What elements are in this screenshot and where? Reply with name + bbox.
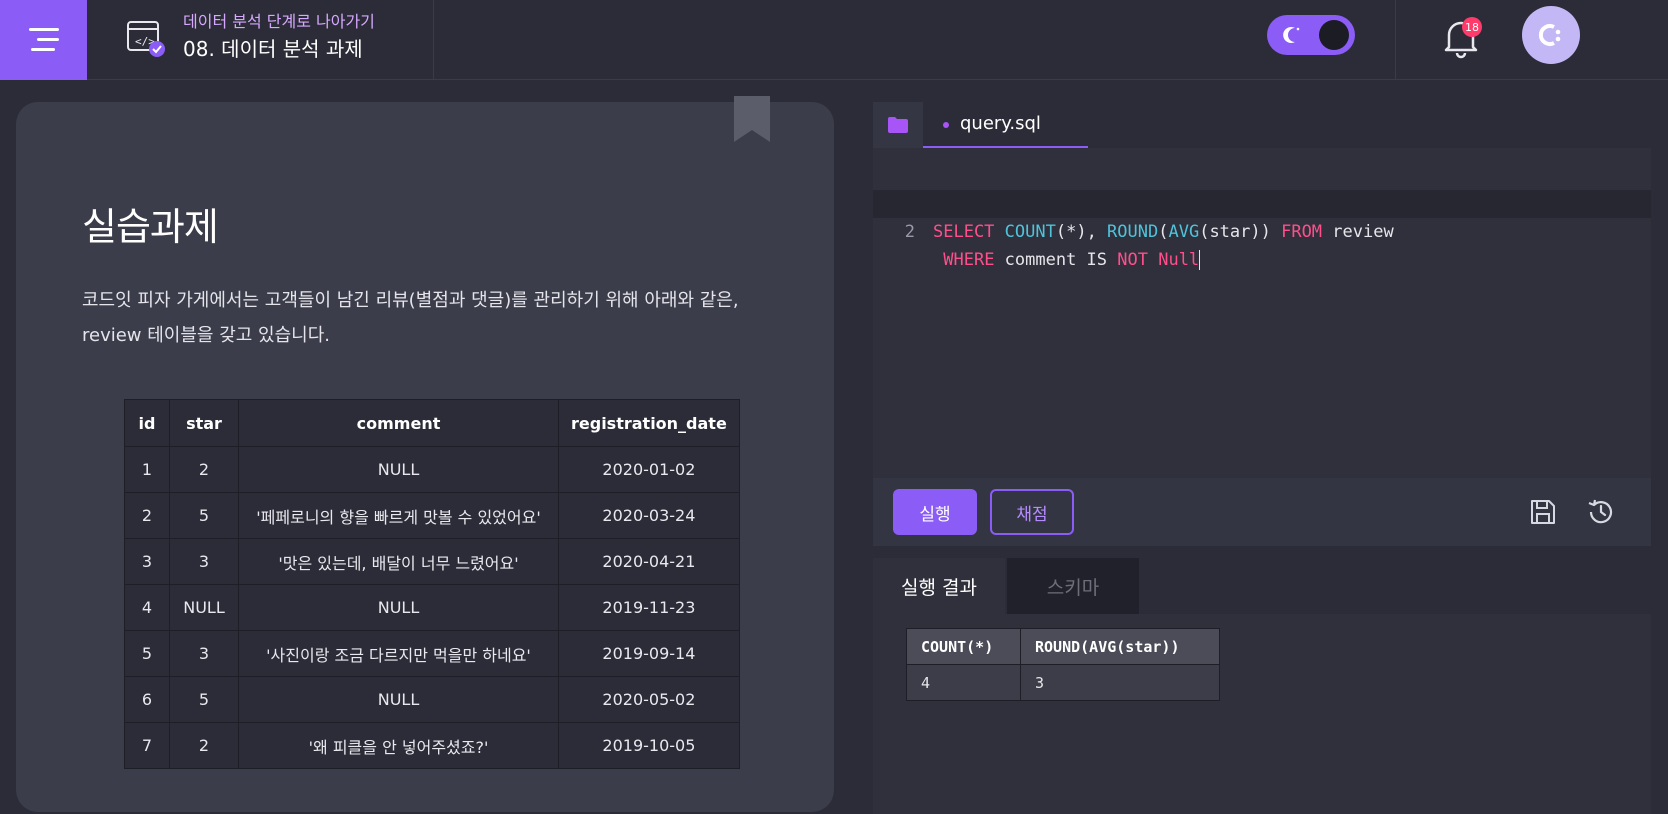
dark-mode-toggle[interactable]	[1267, 15, 1355, 55]
table-cell: 3	[169, 538, 239, 585]
table-cell: 2	[169, 446, 239, 493]
tab-schema[interactable]: 스키마	[1007, 558, 1139, 614]
table-cell: '왜 피클을 안 넣어주셨죠?'	[238, 722, 559, 769]
tab-run-result[interactable]: 실행 결과	[873, 558, 1005, 614]
table-cell: 6	[124, 676, 170, 723]
table-cell: 2	[169, 722, 239, 769]
notification-badge: 18	[1462, 17, 1482, 37]
table-cell: '페페로니의 향을 빠르게 맛볼 수 있었어요'	[238, 492, 559, 539]
history-icon[interactable]	[1586, 497, 1616, 527]
code-editor[interactable]: 1 SELECT COUNT(*), ROUND(AVG(star)) FROM…	[873, 148, 1651, 478]
unsaved-dot	[943, 122, 949, 128]
result-table: COUNT(*) ROUND(AVG(star)) 4 3	[906, 628, 1220, 701]
table-cell: 1	[124, 446, 170, 493]
code-token: (	[1158, 222, 1169, 242]
code-token: review	[1322, 222, 1394, 242]
table-cell: 2019-11-23	[558, 584, 740, 631]
table-cell: 7	[124, 722, 170, 769]
table-row: 2 5 '페페로니의 향을 빠르게 맛볼 수 있었어요' 2020-03-24	[124, 492, 740, 539]
column-header: id	[124, 399, 170, 447]
avatar[interactable]	[1522, 6, 1580, 64]
code-token: AVG	[1168, 222, 1200, 242]
course-title: 08. 데이터 분석 과제	[183, 37, 363, 61]
file-explorer-button[interactable]	[873, 102, 923, 148]
table-cell: '맛은 있는데, 배달이 너무 느렸어요'	[238, 538, 559, 585]
column-header: registration_date	[558, 399, 740, 447]
code-token: NOT	[1117, 250, 1148, 270]
result-header-row: COUNT(*) ROUND(AVG(star))	[906, 628, 1220, 665]
header-divider	[1395, 0, 1396, 80]
table-cell: '사진이랑 조금 다르지만 먹을만 하네요'	[238, 630, 559, 677]
table-cell: 2020-03-24	[558, 492, 740, 539]
column-header: comment	[238, 399, 559, 447]
table-cell: NULL	[169, 584, 239, 631]
table-cell: NULL	[238, 676, 559, 723]
header-divider	[433, 0, 434, 80]
code-token: ROUND	[1107, 222, 1159, 242]
table-cell: 5	[124, 630, 170, 677]
review-table: id star comment registration_date 1 2 NU…	[124, 399, 740, 769]
table-cell: 2020-05-02	[558, 676, 740, 723]
task-description: 코드잇 피자 가게에서는 고객들이 남긴 리뷰(별점과 댓글)를 관리하기 위해…	[82, 290, 739, 346]
table-cell: 5	[169, 676, 239, 723]
table-cell: 2019-10-05	[558, 722, 740, 769]
table-cell: 2020-01-02	[558, 446, 740, 493]
course-code-icon: </>	[127, 21, 165, 57]
table-row: 3 3 '맛은 있는데, 배달이 너무 느렸어요' 2020-04-21	[124, 538, 740, 585]
task-title: 실습과제	[82, 205, 219, 249]
table-cell: 5	[169, 492, 239, 539]
line-number: 2	[904, 222, 915, 242]
code-token: SELECT	[933, 222, 995, 242]
bookmark-icon[interactable]	[734, 96, 770, 142]
file-tab-label: query.sql	[960, 113, 1041, 134]
code-token: comment IS	[994, 250, 1118, 270]
moon-icon	[1283, 26, 1300, 43]
table-cell: 4	[124, 584, 170, 631]
code-token: (star))	[1199, 222, 1282, 242]
code-token: Null	[1147, 250, 1200, 270]
table-cell: 3	[124, 538, 170, 585]
table-header-row: id star comment registration_date	[124, 399, 740, 447]
text-caret	[1199, 250, 1201, 270]
save-icon[interactable]	[1528, 497, 1558, 527]
table-row: 4 NULL NULL 2019-11-23	[124, 584, 740, 631]
table-row: 1 2 NULL 2020-01-02	[124, 446, 740, 493]
table-cell: 3	[169, 630, 239, 677]
table-cell: 4	[906, 664, 1021, 701]
code-text: WHERE comment IS NOT Null	[933, 246, 1201, 274]
table-cell: 2020-04-21	[558, 538, 740, 585]
table-row: 7 2 '왜 피클을 안 넣어주셨죠?' 2019-10-05	[124, 722, 740, 769]
file-tab-query[interactable]: query.sql	[923, 102, 1088, 148]
toggle-knob	[1319, 20, 1349, 50]
grade-button[interactable]: 채점	[990, 489, 1074, 535]
course-subtitle: 데이터 분석 단계로 나아가기	[183, 12, 375, 31]
table-cell: NULL	[238, 446, 559, 493]
table-cell: 3	[1020, 664, 1220, 701]
table-row: 4 3	[906, 664, 1220, 701]
code-line: 1 SELECT COUNT(*), ROUND(AVG(star)) FROM…	[873, 162, 1651, 242]
code-text: SELECT COUNT(*), ROUND(AVG(star)) FROM r…	[933, 218, 1394, 246]
run-button[interactable]: 실행	[893, 489, 977, 535]
code-token: COUNT	[1004, 222, 1056, 242]
table-cell: 2	[124, 492, 170, 539]
code-token: WHERE	[943, 250, 995, 270]
folder-icon	[888, 117, 908, 133]
table-row: 5 3 '사진이랑 조금 다르지만 먹을만 하네요' 2019-09-14	[124, 630, 740, 677]
table-cell: 2019-09-14	[558, 630, 740, 677]
table-cell: NULL	[238, 584, 559, 631]
menu-button[interactable]	[0, 0, 87, 80]
code-line-active: 2 WHERE comment IS NOT Null	[873, 190, 1651, 270]
table-row: 6 5 NULL 2020-05-02	[124, 676, 740, 723]
menu-icon	[28, 28, 59, 51]
column-header: COUNT(*)	[906, 628, 1021, 665]
avatar-logo-icon	[1538, 24, 1561, 46]
column-header: star	[169, 399, 239, 447]
column-header: ROUND(AVG(star))	[1020, 628, 1220, 665]
code-token: FROM	[1281, 222, 1323, 242]
code-token: (*),	[1055, 222, 1108, 242]
